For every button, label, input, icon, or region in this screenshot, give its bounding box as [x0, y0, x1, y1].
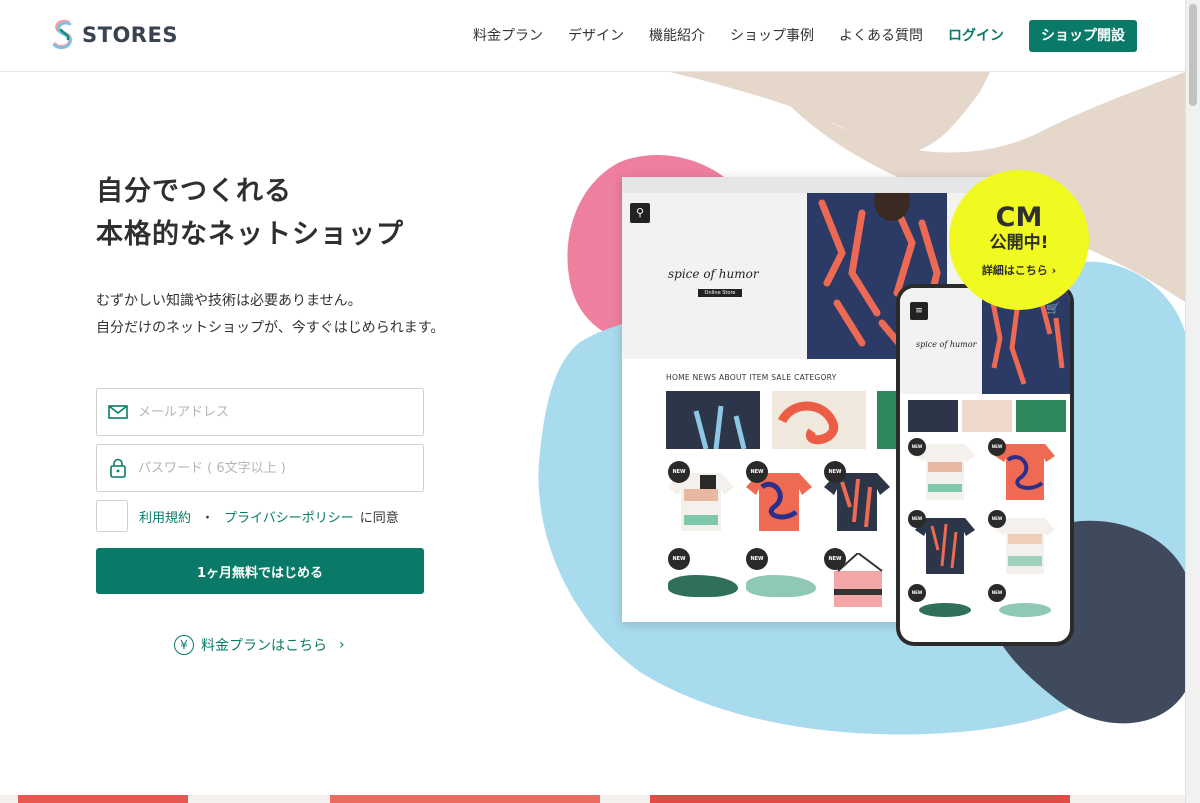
new-badge: NEW	[824, 548, 846, 570]
hero-subtitle-line2: 自分だけのネットショップが、今すぐはじめられます。	[96, 320, 445, 336]
phone-brand-name: spice of humor	[916, 340, 977, 349]
chevron-right-icon: ›	[339, 637, 345, 653]
browser-bar	[622, 177, 994, 193]
hero-illustration: ⚲ spice of humor Online Store HOME NEWS …	[520, 72, 1185, 803]
terms-link[interactable]: 利用規約	[139, 507, 191, 526]
hero-title: 自分でつくれる 本格的なネットショップ	[96, 170, 404, 256]
login-link[interactable]: ログイン	[948, 20, 1004, 52]
nav-item-features[interactable]: 機能紹介	[649, 20, 705, 52]
password-input[interactable]	[138, 460, 408, 476]
phone-menu-icon[interactable]: ≡	[910, 302, 928, 320]
main-nav: 料金プラン デザイン 機能紹介 ショップ事例 よくある質問 ログイン ショップ開…	[473, 20, 1137, 52]
open-shop-button[interactable]: ショップ開設	[1029, 20, 1137, 52]
agree-checkbox[interactable]	[96, 500, 128, 532]
mockup-brand-name: spice of humor	[668, 267, 759, 281]
new-badge: NEW	[668, 461, 690, 483]
hero-title-line1: 自分でつくれる	[96, 176, 292, 207]
product-thumb	[877, 391, 897, 449]
stores-logo-icon	[52, 19, 72, 50]
search-icon[interactable]: ⚲	[630, 203, 650, 223]
agree-label: に同意	[359, 510, 399, 526]
new-badge: NEW	[988, 510, 1006, 528]
cm-badge[interactable]: CM 公開中! 詳細はこちら ›	[949, 170, 1089, 310]
bottom-decoration	[0, 795, 1185, 803]
new-badge: NEW	[824, 461, 846, 483]
pricing-link-label: 料金プランはこちら	[201, 638, 327, 654]
privacy-link[interactable]: プライバシーポリシー	[224, 507, 354, 526]
phone-thumb	[1016, 400, 1066, 432]
password-field[interactable]	[96, 444, 424, 492]
mockup-brand-tag: Online Store	[698, 289, 742, 297]
site-header: STORES 料金プラン デザイン 機能紹介 ショップ事例 よくある質問 ログイ…	[0, 0, 1185, 72]
phone-thumb	[908, 400, 958, 432]
pricing-link[interactable]: ¥ 料金プランはこちら ›	[174, 635, 345, 655]
cart-icon[interactable]: 🛒	[1046, 302, 1062, 318]
lock-icon	[110, 458, 126, 478]
phone-product-grid	[915, 444, 1055, 617]
product-thumb	[666, 391, 760, 450]
hero-title-line2: 本格的なネットショップ	[96, 219, 404, 250]
email-field[interactable]	[96, 388, 424, 436]
scrollbar-thumb[interactable]	[1189, 4, 1197, 106]
cm-badge-title: CM	[995, 201, 1043, 233]
mockup-menu: HOME NEWS ABOUT ITEM SALE CATEGORY	[666, 373, 837, 382]
new-badge: NEW	[746, 548, 768, 570]
new-badge: NEW	[908, 584, 926, 602]
phone-mockup: ≡ 🛒 spice of humor NEW NEW NEW NEW NEW N…	[896, 284, 1074, 646]
stores-logo[interactable]: STORES	[50, 18, 178, 52]
new-badge: NEW	[988, 584, 1006, 602]
logo-text: STORES	[82, 23, 178, 47]
phone-screen: ≡ 🛒 spice of humor NEW NEW NEW NEW NEW N…	[900, 288, 1070, 642]
cm-badge-subtitle: 公開中!	[989, 232, 1049, 253]
new-badge: NEW	[908, 510, 926, 528]
phone-thumb	[962, 400, 1012, 432]
new-badge: NEW	[746, 461, 768, 483]
nav-item-cases[interactable]: ショップ事例	[730, 20, 814, 52]
nav-item-design[interactable]: デザイン	[568, 20, 624, 52]
mail-icon	[108, 405, 128, 419]
product-shoe	[746, 575, 816, 597]
cm-badge-link[interactable]: 詳細はこちら ›	[982, 262, 1056, 278]
hero-subtitle: むずかしい知識や技術は必要ありません。 自分だけのネットショップが、今すぐはじめ…	[96, 288, 444, 342]
email-input[interactable]	[138, 404, 408, 420]
separator: ・	[201, 510, 215, 526]
product-thumb	[772, 391, 866, 449]
new-badge: NEW	[908, 438, 926, 456]
hero-subtitle-line1: むずかしい知識や技術は必要ありません。	[96, 293, 362, 309]
start-free-button[interactable]: 1ヶ月無料ではじめる	[96, 548, 424, 594]
nav-item-pricing[interactable]: 料金プラン	[473, 20, 543, 52]
yen-icon: ¥	[174, 635, 194, 655]
new-badge: NEW	[988, 438, 1006, 456]
product-shoe	[668, 575, 738, 597]
page-scrollbar[interactable]	[1185, 0, 1200, 803]
new-badge: NEW	[668, 548, 690, 570]
nav-item-faq[interactable]: よくある質問	[839, 20, 923, 52]
terms-agreement: 利用規約 ・ プライバシーポリシー に同意	[96, 500, 399, 532]
